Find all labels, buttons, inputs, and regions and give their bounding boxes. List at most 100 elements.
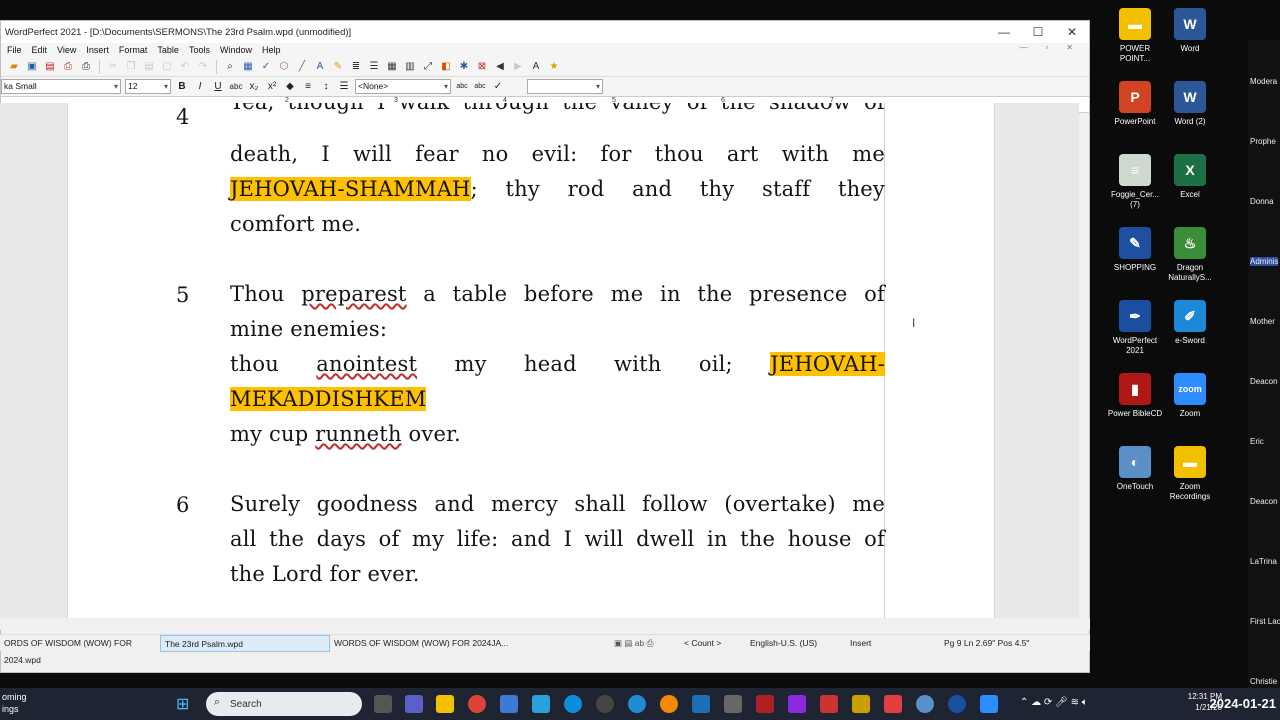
app-icon[interactable] xyxy=(692,695,710,713)
start-icon[interactable]: ⊞ xyxy=(176,694,189,714)
desktop-icon[interactable]: ✐ e-Sword xyxy=(1160,300,1220,346)
firefox-icon[interactable] xyxy=(660,695,678,713)
app-icon[interactable] xyxy=(852,695,870,713)
desktop-icon[interactable]: ≡ Foggie_Cer... (7) xyxy=(1105,154,1165,210)
textbox-icon[interactable]: A xyxy=(313,60,327,74)
fit-icon[interactable]: ⤢ xyxy=(421,60,435,74)
outline-icon[interactable]: ☰ xyxy=(337,81,351,92)
redo-icon[interactable]: ↷ xyxy=(196,60,210,74)
bullets-icon[interactable]: ☰ xyxy=(367,60,381,74)
symbol-icon[interactable]: ✱ xyxy=(457,60,471,74)
menu-tools[interactable]: Tools xyxy=(189,45,210,55)
open-icon[interactable]: ▰ xyxy=(7,60,21,74)
onetouch-icon[interactable] xyxy=(916,695,934,713)
speed-icon[interactable] xyxy=(596,695,614,713)
table-icon[interactable]: ▦ xyxy=(385,60,399,74)
style-select[interactable]: <None> xyxy=(355,79,451,94)
chrome-icon[interactable] xyxy=(468,695,486,713)
line-icon[interactable]: ╱ xyxy=(295,60,309,74)
bold-button[interactable]: B xyxy=(175,81,189,92)
star-icon[interactable]: ★ xyxy=(547,60,561,74)
desktop-icon[interactable]: ▬ POWER POINT... xyxy=(1105,8,1165,64)
minimize-button[interactable]: — xyxy=(987,21,1021,43)
columns-icon[interactable]: ▥ xyxy=(403,60,417,74)
desktop-icon[interactable]: ◐ OneTouch xyxy=(1105,446,1165,492)
menu-format[interactable]: Format xyxy=(119,45,148,55)
search-box[interactable]: ⌕ Search xyxy=(206,692,362,716)
menu-table[interactable]: Table xyxy=(157,45,179,55)
graphics-icon[interactable]: ▦ xyxy=(241,60,255,74)
desktop-icon[interactable]: ✒ WordPerfect 2021 xyxy=(1105,300,1165,356)
menu-edit[interactable]: Edit xyxy=(32,45,48,55)
fill-icon[interactable]: ◆ xyxy=(283,81,297,92)
maximize-button[interactable]: ☐ xyxy=(1021,21,1055,43)
bible-icon[interactable] xyxy=(756,695,774,713)
format-icon[interactable]: A xyxy=(529,60,543,74)
doc-tab-active[interactable]: The 23rd Psalm.wpd xyxy=(160,634,330,652)
language-icon[interactable]: ✓ xyxy=(491,81,505,92)
wordperfect-icon[interactable] xyxy=(948,695,966,713)
superscript-icon[interactable]: x² xyxy=(265,81,279,92)
doc-minimize-icon[interactable]: — xyxy=(1019,43,1027,52)
close-button[interactable]: ✕ xyxy=(1055,21,1089,43)
doc-tab[interactable]: WORDS OF WISDOM (WOW) FOR 2024JA... xyxy=(330,635,610,652)
underline-button[interactable]: U xyxy=(211,81,225,92)
zoom-icon[interactable]: ⌕ xyxy=(223,60,237,74)
strike-icon[interactable]: abc xyxy=(229,82,243,91)
save-icon[interactable]: ▣ xyxy=(25,60,39,74)
desktop-icon[interactable]: P PowerPoint xyxy=(1105,81,1165,127)
desktop-icon[interactable]: ♨ Dragon NaturallyS... xyxy=(1160,227,1220,283)
horizontal-scrollbar[interactable] xyxy=(0,618,1090,630)
desktop-icon[interactable]: ▬ Zoom Recordings xyxy=(1160,446,1220,502)
copy-icon[interactable]: ❐ xyxy=(124,60,138,74)
doc-restore-icon[interactable]: ▫ xyxy=(1045,43,1048,52)
empty-select[interactable] xyxy=(527,79,603,94)
menu-file[interactable]: File xyxy=(7,45,22,55)
desktop-icon[interactable]: W Word xyxy=(1160,8,1220,54)
count-status[interactable]: < Count > xyxy=(680,635,746,652)
clear-icon[interactable]: ▢ xyxy=(160,60,174,74)
undo-icon[interactable]: ↶ xyxy=(178,60,192,74)
doc-close-icon[interactable]: ✕ xyxy=(1066,43,1073,52)
menu-help[interactable]: Help xyxy=(262,45,281,55)
print-icon[interactable]: ⎙ xyxy=(79,60,93,74)
font-size-select[interactable]: 12 xyxy=(125,79,171,94)
desktop-icon[interactable]: W Word (2) xyxy=(1160,81,1220,127)
spellcheck-icon[interactable]: abc xyxy=(455,83,469,90)
italic-button[interactable]: I xyxy=(193,81,207,92)
app-icon[interactable] xyxy=(884,695,902,713)
pdf-icon[interactable]: ▤ xyxy=(43,60,57,74)
doc-tab[interactable]: ORDS OF WISDOM (WOW) FOR 2024.wpd xyxy=(0,635,160,665)
numbering-icon[interactable]: ≣ xyxy=(349,60,363,74)
shape-icon[interactable]: ⬡ xyxy=(277,60,291,74)
line-spacing-icon[interactable]: ↕ xyxy=(319,81,333,92)
edge-beta-icon[interactable] xyxy=(628,695,646,713)
paste-icon[interactable]: ▤ xyxy=(142,60,156,74)
grammar-icon[interactable]: abc xyxy=(473,83,487,90)
menu-view[interactable]: View xyxy=(57,45,76,55)
subscript-icon[interactable]: x₂ xyxy=(247,81,261,92)
app-icon[interactable] xyxy=(788,695,806,713)
document-area[interactable]: 4 Yea, though I walk through the valley … xyxy=(0,103,1079,618)
desktop-icon[interactable]: zoom Zoom xyxy=(1160,373,1220,419)
explorer-icon[interactable] xyxy=(436,695,454,713)
teams-icon[interactable] xyxy=(405,695,423,713)
app-icon[interactable] xyxy=(532,695,550,713)
cut-icon[interactable]: ✂ xyxy=(106,60,120,74)
print-preview-icon[interactable]: ⎙ xyxy=(61,60,75,74)
app-icon[interactable] xyxy=(820,695,838,713)
desktop-icon[interactable]: ▮ Power BibleCD xyxy=(1105,373,1165,419)
zoom-icon[interactable] xyxy=(980,695,998,713)
menu-insert[interactable]: Insert xyxy=(86,45,109,55)
bookmark-icon[interactable]: ◧ xyxy=(439,60,453,74)
edge-icon[interactable] xyxy=(564,695,582,713)
forward-icon[interactable]: ▶ xyxy=(511,60,525,74)
insert-mode[interactable]: Insert xyxy=(846,635,940,652)
language-status[interactable]: English-U.S. (US) xyxy=(746,635,846,652)
highlight-icon[interactable]: ✎ xyxy=(331,60,345,74)
font-select[interactable]: ka Small xyxy=(1,79,121,94)
desktop-icon[interactable]: ✎ SHOPPING xyxy=(1105,227,1165,273)
calculator-icon[interactable] xyxy=(724,695,742,713)
menu-window[interactable]: Window xyxy=(220,45,252,55)
back-icon[interactable]: ◀ xyxy=(493,60,507,74)
